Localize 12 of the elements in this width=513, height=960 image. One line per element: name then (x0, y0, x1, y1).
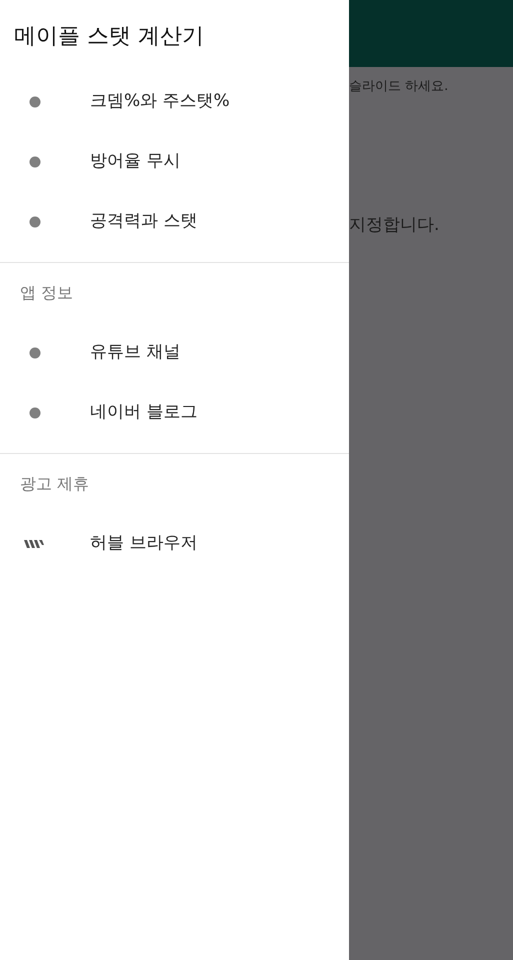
menu-item[interactable]: 공격력과 스탯 (0, 192, 349, 252)
drawer-title: 메이플 스탯 계산기 (14, 23, 204, 51)
background-text: 슬라이드 하세요. (349, 78, 450, 96)
stripes-icon (24, 539, 46, 549)
menu-item[interactable]: 방어율 무시 (0, 132, 349, 192)
section-header: 광고 제휴 (20, 473, 90, 495)
menu-item[interactable]: 유튜브 채널 (0, 323, 349, 383)
menu-item[interactable]: 네이버 블로그 (0, 383, 349, 443)
menu-item[interactable]: 크뎀%와 주스탯% (0, 72, 349, 132)
menu-item[interactable]: 허블 브라우저 (0, 514, 349, 574)
section-header: 앱 정보 (20, 282, 74, 304)
background-text: 지정합니다. (349, 215, 440, 235)
